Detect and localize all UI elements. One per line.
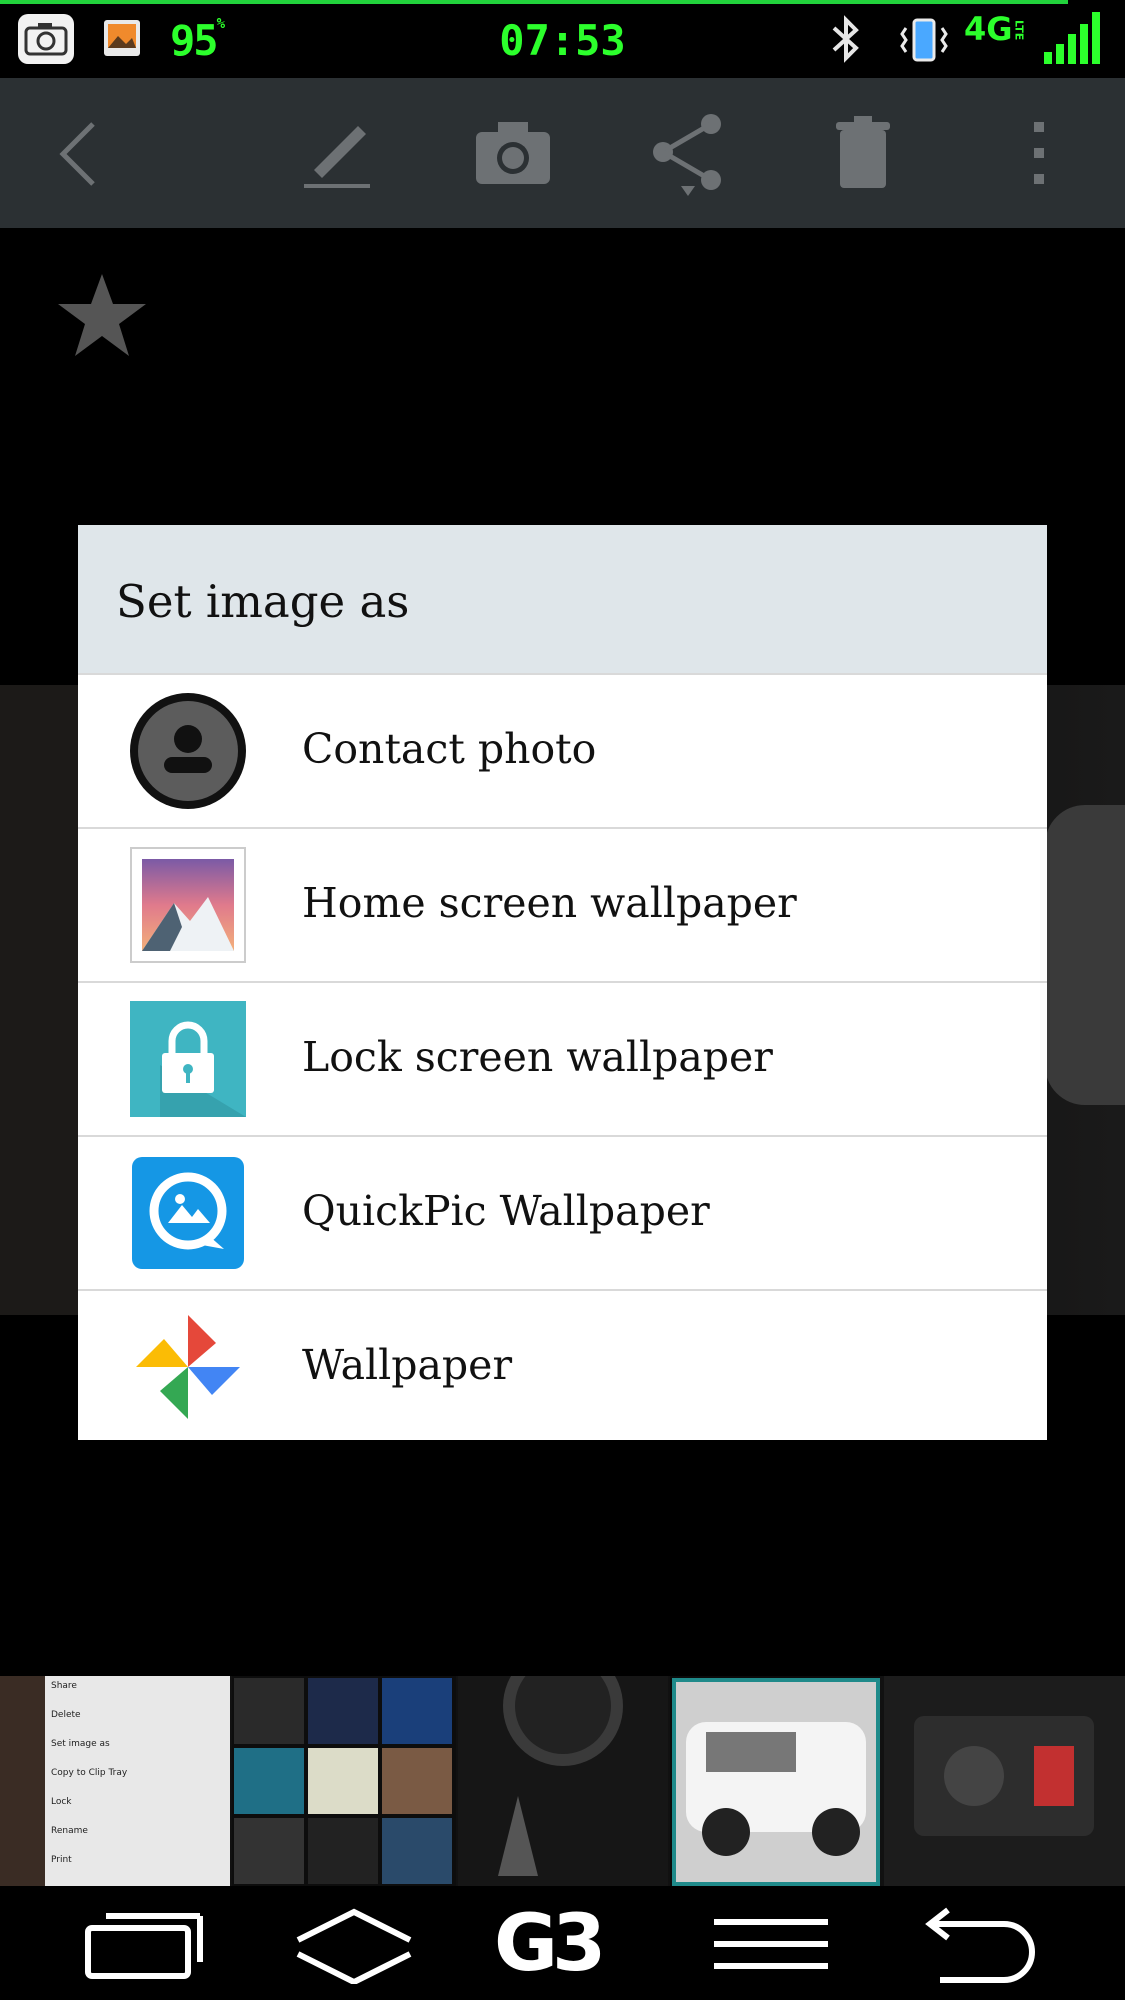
- dialog-title: Set image as: [116, 575, 410, 628]
- thumbnail-cell: [234, 1678, 304, 1744]
- option-label: Contact photo: [302, 725, 597, 773]
- network-4g-icon: 4GLTE: [964, 10, 1026, 48]
- back-icon[interactable]: [920, 1904, 1040, 1984]
- thumbnail-4-selected[interactable]: [670, 1676, 880, 1886]
- thumbnail-strip[interactable]: Share Delete Set image as Copy to Clip T…: [0, 1646, 1125, 1886]
- photo-toolbar: [0, 78, 1125, 228]
- set-image-as-dialog: Set image as Contact photo Home screen w…: [78, 525, 1047, 1440]
- camera-icon[interactable]: [468, 108, 558, 198]
- recent-apps-icon[interactable]: [82, 1904, 206, 1984]
- thumbnail-menu-item: Share: [51, 1681, 77, 1691]
- selected-frame: [672, 1678, 880, 1886]
- option-label: Home screen wallpaper: [302, 879, 797, 927]
- menu-icon[interactable]: [712, 1904, 830, 1984]
- overflow-menu-icon[interactable]: [993, 108, 1083, 198]
- lock-icon: [130, 1001, 246, 1117]
- thumbnail-cell: [382, 1748, 452, 1814]
- bluetooth-icon: [826, 14, 866, 68]
- home-wallpaper-icon: [130, 847, 246, 963]
- share-icon[interactable]: [643, 108, 733, 198]
- quickpic-icon: [130, 1155, 246, 1271]
- thumbnail-menu-item: Copy to Clip Tray: [51, 1768, 128, 1778]
- thumbnail-5[interactable]: [884, 1676, 1125, 1886]
- clock: 07:53: [499, 16, 626, 65]
- g3-logo[interactable]: G3: [494, 1904, 630, 1984]
- contact-icon: [130, 693, 246, 809]
- navigation-bar: G3: [0, 1886, 1125, 2000]
- thumbnail-menu-item: Lock: [51, 1797, 72, 1807]
- option-label: Wallpaper: [302, 1341, 513, 1389]
- thumbnail-cell: [234, 1818, 304, 1884]
- thumbnail-menu-item: Delete: [51, 1710, 81, 1720]
- thumbnail-cell: [308, 1818, 378, 1884]
- photo-car: [1045, 805, 1125, 1105]
- option-contact-photo[interactable]: Contact photo: [78, 673, 1047, 827]
- option-label: Lock screen wallpaper: [302, 1033, 773, 1081]
- home-icon[interactable]: [292, 1904, 416, 1986]
- g3-logo-text: G3: [494, 1899, 606, 1989]
- option-label: QuickPic Wallpaper: [302, 1187, 710, 1235]
- vibrate-icon: [898, 14, 950, 70]
- signal-strength-icon: [1040, 8, 1110, 72]
- thumbnail-menu-item: Set image as: [51, 1739, 110, 1749]
- thumbnail-3[interactable]: [458, 1646, 668, 1886]
- network-label: 4G: [964, 10, 1013, 48]
- favorite-star-icon[interactable]: [56, 270, 148, 362]
- status-bar: 95% 07:53 4GLTE: [0, 0, 1125, 78]
- option-lock-screen-wallpaper[interactable]: Lock screen wallpaper: [78, 981, 1047, 1135]
- status-progress-line: [0, 0, 1068, 4]
- network-sublabel: LTE: [1012, 19, 1026, 40]
- thumbnail-menu-item: Rename: [51, 1826, 88, 1836]
- option-home-screen-wallpaper[interactable]: Home screen wallpaper: [78, 827, 1047, 981]
- thumbnail-cell: [382, 1678, 452, 1744]
- option-wallpaper[interactable]: Wallpaper: [78, 1289, 1047, 1443]
- back-icon[interactable]: [35, 108, 125, 198]
- option-quickpic-wallpaper[interactable]: QuickPic Wallpaper: [78, 1135, 1047, 1289]
- thumbnail-cell: [308, 1678, 378, 1744]
- thumbnail-2[interactable]: [232, 1676, 456, 1886]
- edit-icon[interactable]: [292, 108, 382, 198]
- thumbnail-cell: [234, 1748, 304, 1814]
- thumbnail-cell: [308, 1748, 378, 1814]
- thumbnail-1[interactable]: Share Delete Set image as Copy to Clip T…: [0, 1676, 230, 1886]
- dialog-header: Set image as: [78, 525, 1047, 673]
- delete-icon[interactable]: [818, 108, 908, 198]
- thumbnail-cell: [382, 1818, 452, 1884]
- thumbnail-menu-item: Print: [51, 1855, 72, 1865]
- thumbnail-menu: Share Delete Set image as Copy to Clip T…: [45, 1676, 230, 1886]
- photos-pinwheel-icon: [130, 1309, 246, 1425]
